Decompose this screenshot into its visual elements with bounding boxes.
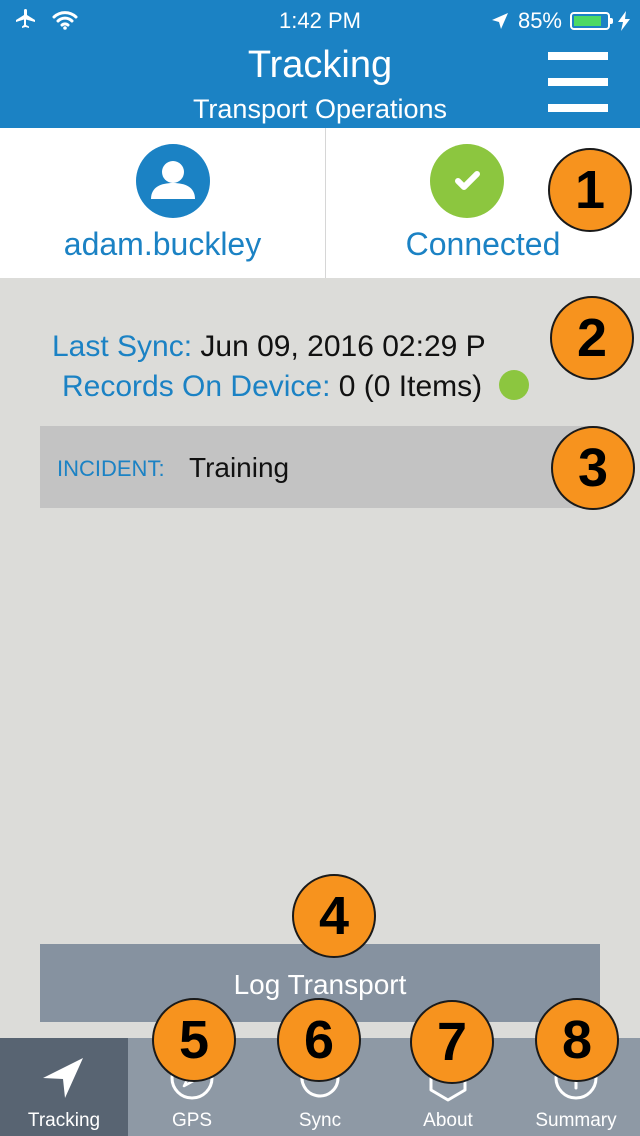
info-panel: adam.buckley Connected bbox=[0, 128, 640, 278]
username-label: adam.buckley bbox=[63, 226, 262, 262]
callout-badge-8: 8 bbox=[535, 998, 619, 1082]
tab-tracking[interactable]: Tracking bbox=[0, 1038, 128, 1136]
status-bar: 1:42 PM 85% bbox=[0, 0, 640, 40]
menu-bar bbox=[548, 78, 608, 86]
records-status-dot bbox=[498, 370, 529, 400]
menu-bar bbox=[548, 104, 608, 112]
last-sync-value: Jun 09, 2016 02:29 P bbox=[200, 330, 486, 363]
checkmark-icon bbox=[455, 171, 480, 190]
app-header: Tracking Transport Operations bbox=[0, 40, 640, 128]
callout-badge-3: 3 bbox=[551, 426, 635, 510]
records-label: Records On Device: bbox=[62, 370, 331, 403]
navigation-arrow-icon bbox=[43, 1058, 83, 1098]
tab-label: Sync bbox=[298, 1110, 342, 1131]
tab-label: Tracking bbox=[27, 1110, 101, 1131]
tab-label: About bbox=[423, 1110, 473, 1131]
user-avatar bbox=[136, 144, 210, 218]
callout-badge-4: 4 bbox=[292, 874, 376, 958]
connection-status-indicator bbox=[430, 144, 504, 218]
user-cell[interactable]: adam.buckley bbox=[0, 128, 325, 278]
incident-selector[interactable]: INCIDENT: Training bbox=[40, 426, 600, 508]
tab-label: Summary bbox=[535, 1110, 617, 1131]
page-subtitle: Transport Operations bbox=[192, 94, 448, 124]
records-value: 0 (0 Items) bbox=[338, 370, 483, 403]
battery-percent: 85% bbox=[517, 8, 562, 33]
menu-bar bbox=[548, 52, 608, 60]
battery-fill bbox=[574, 16, 601, 26]
callout-badge-2: 2 bbox=[550, 296, 634, 380]
last-sync-label: Last Sync: bbox=[52, 330, 193, 363]
hamburger-menu-button[interactable] bbox=[548, 52, 608, 114]
page-title: Tracking bbox=[247, 44, 393, 86]
user-icon bbox=[151, 161, 195, 199]
charging-bolt-icon bbox=[618, 11, 630, 31]
status-right: 85% bbox=[490, 8, 630, 34]
tab-label: GPS bbox=[171, 1110, 213, 1131]
battery-icon bbox=[570, 12, 613, 30]
incident-label: INCIDENT: bbox=[57, 456, 165, 481]
last-sync-row: Last Sync: Jun 09, 2016 02:29 P bbox=[52, 330, 486, 364]
records-row: Records On Device: 0 (0 Items) bbox=[62, 370, 529, 404]
callout-badge-6: 6 bbox=[277, 998, 361, 1082]
location-arrow-icon bbox=[491, 13, 508, 29]
callout-badge-7: 7 bbox=[410, 1000, 494, 1084]
callout-badge-1: 1 bbox=[548, 148, 632, 232]
incident-value: Training bbox=[189, 452, 290, 483]
callout-badge-5: 5 bbox=[152, 998, 236, 1082]
